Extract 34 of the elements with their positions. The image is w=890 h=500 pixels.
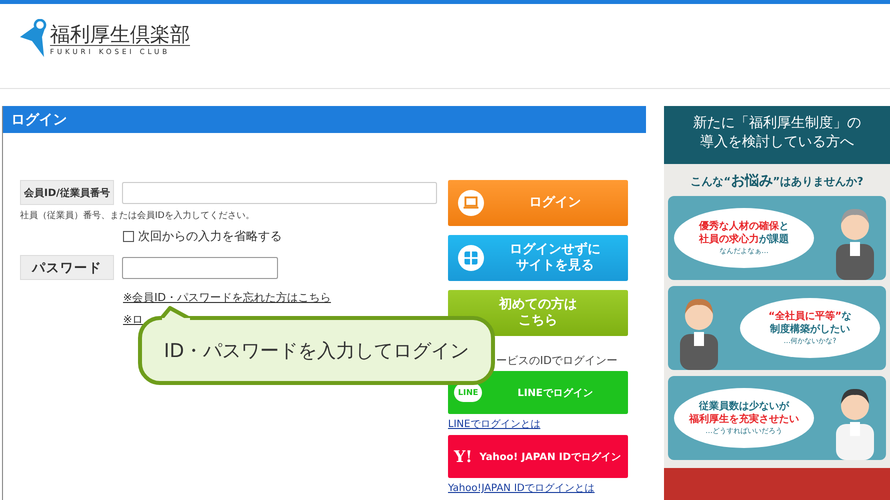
promo-title: 新たに「福利厚生制度」の	[693, 114, 861, 133]
remember-checkbox[interactable]	[123, 231, 134, 242]
help-link[interactable]: Yahoo!JAPAN IDでログインとは	[448, 481, 595, 495]
callout-text: ID・パスワードを入力してログイン	[164, 338, 470, 364]
remember-label: 次回からの入力を省略する	[138, 228, 282, 245]
help-link[interactable]: LINEでログインとは	[448, 417, 540, 431]
grid-icon	[458, 245, 484, 271]
help-link[interactable]: ※会員ID・パスワードを忘れた方はこちら	[123, 290, 331, 305]
member-id-field[interactable]	[122, 182, 437, 204]
action-button[interactable]: 初めての方は こちら	[448, 290, 628, 336]
bubble-text: 制度構築がしたい	[770, 322, 850, 336]
logo-name: 福利厚生倶楽部	[50, 22, 190, 46]
service-login-button[interactable]: LINE LINEでログイン	[448, 371, 628, 414]
bubble-text: 福利厚生を充実させたい	[689, 412, 799, 426]
yahoo-icon: Y!	[454, 447, 472, 466]
service-login-button[interactable]: Y! Yahoo! JAPAN IDでログイン	[448, 435, 628, 478]
field-label: パスワード	[20, 255, 114, 280]
laptop-icon	[458, 190, 484, 216]
bubble-text: 従業員数は少ないが	[699, 400, 789, 413]
help-link[interactable]: ※ロ	[123, 312, 144, 327]
password-field[interactable]	[122, 256, 278, 278]
logo-icon	[18, 19, 48, 59]
panel-title: ログイン	[3, 106, 646, 133]
caption-text: ービスのIDでログインー	[495, 353, 619, 368]
bubble-text: 優秀な人材の確保と	[699, 220, 789, 233]
promo-title: 導入を検討している方へ	[700, 132, 854, 152]
action-button[interactable]: ログイン	[448, 180, 628, 226]
promo-subtitle: こんな“お悩み”はありませんか?	[690, 172, 864, 190]
bubble-text: 社員の求心力が課題	[699, 232, 789, 246]
line-icon: LINE	[454, 383, 482, 402]
action-button[interactable]: ログインせずに サイトを見る	[448, 235, 628, 281]
hint-text: 社員（従業員）番号、または会員IDを入力してください。	[20, 210, 256, 222]
bubble-text: “全社員に平等”な	[768, 310, 852, 323]
field-label: 会員ID/従業員番号	[20, 180, 114, 205]
